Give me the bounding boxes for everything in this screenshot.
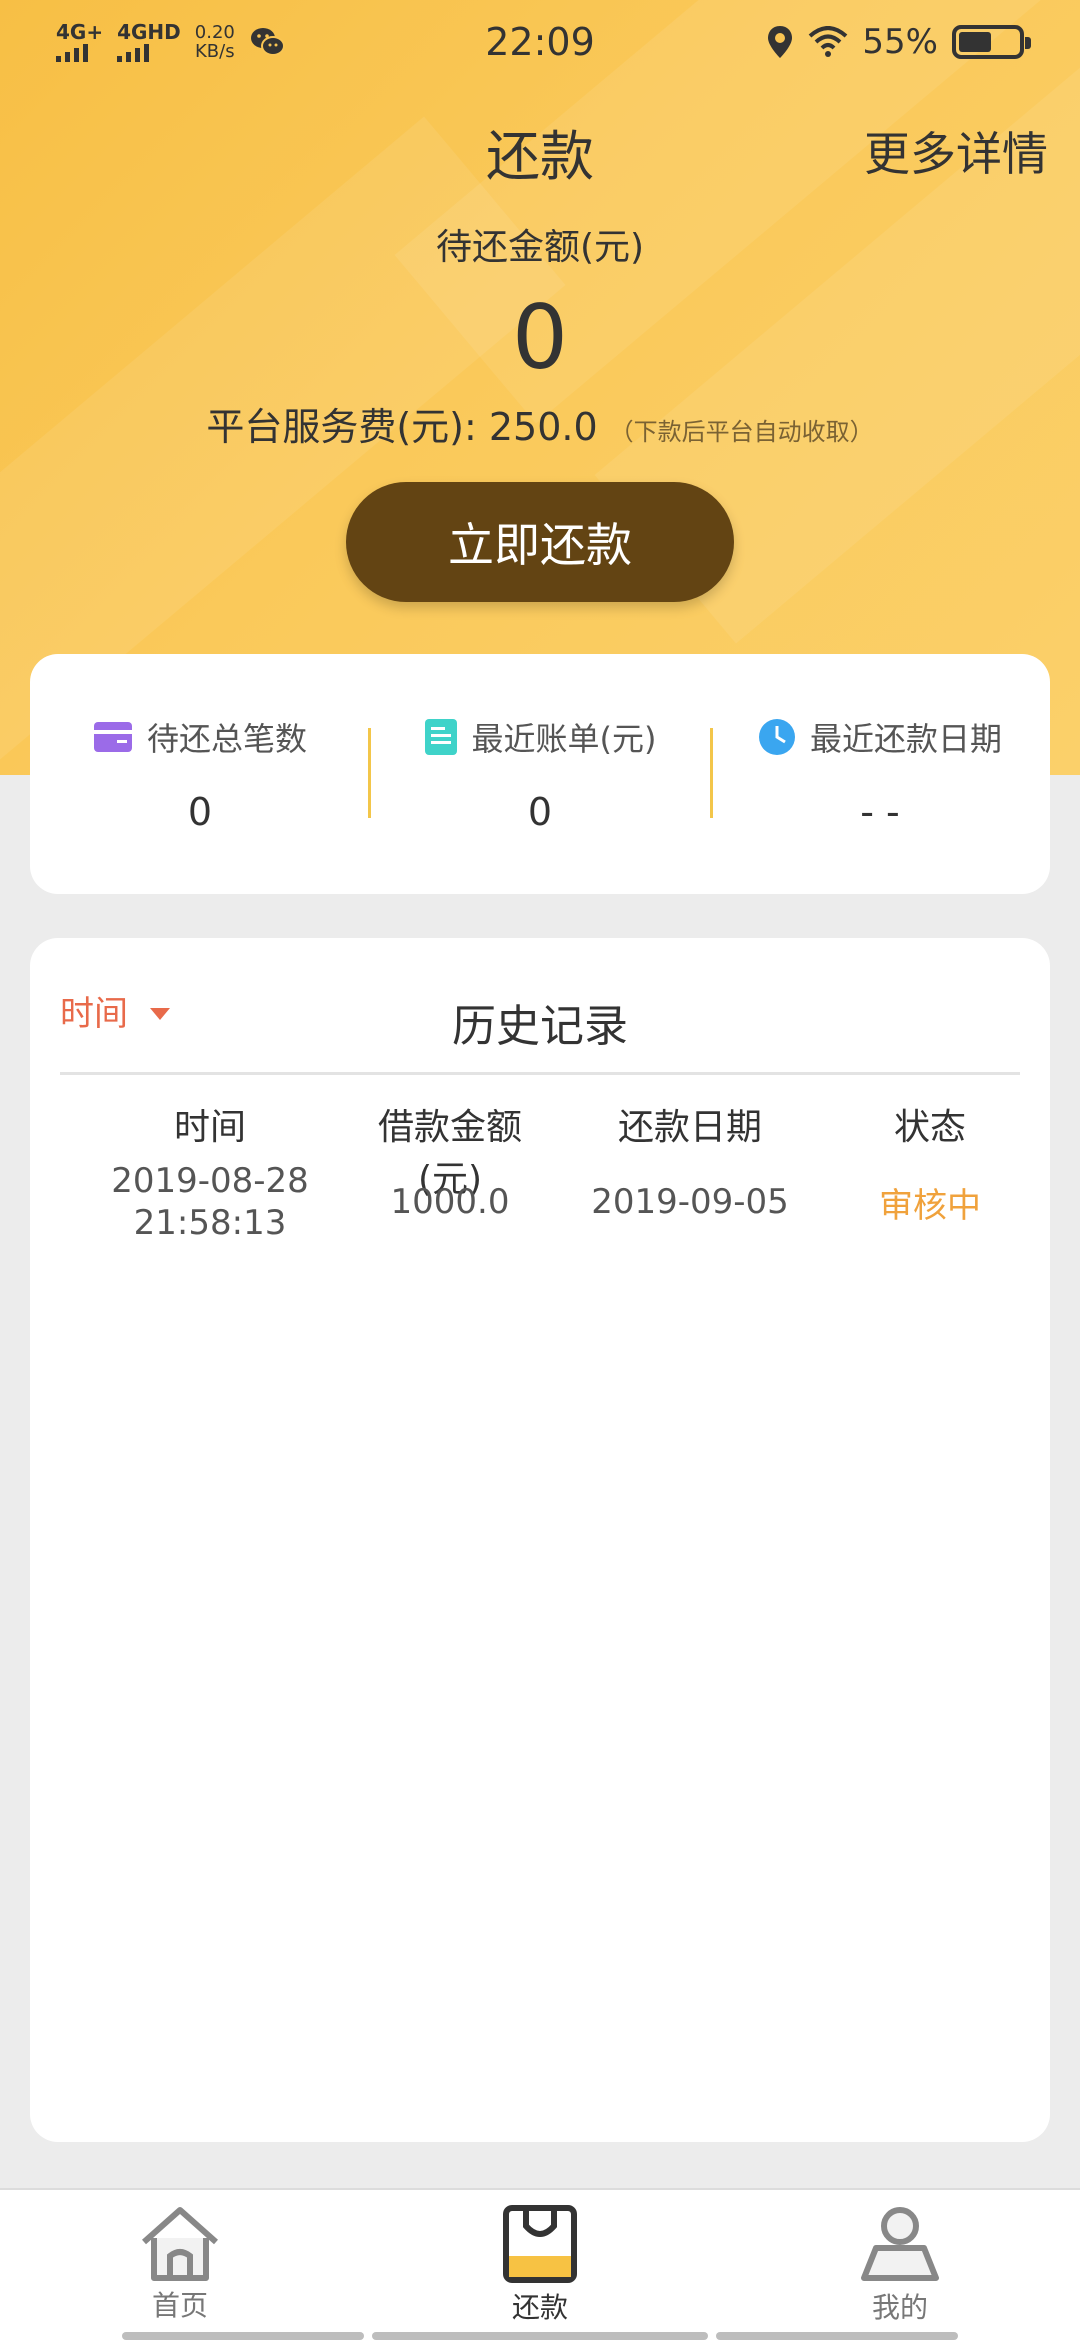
stats-card: 待还总笔数 0 最近账单(元) 0 最近还款日期 - - xyxy=(30,654,1050,894)
nav-strip xyxy=(372,2332,708,2340)
cell-repay-date: 2019-09-05 xyxy=(591,1182,789,1222)
more-details-link[interactable]: 更多详情 xyxy=(864,118,1048,184)
history-divider xyxy=(60,1072,1020,1075)
card-icon xyxy=(93,722,132,752)
stat-pending-count: 待还总笔数 0 xyxy=(30,654,370,894)
tab-home[interactable]: 首页 xyxy=(0,2190,360,2340)
profile-icon xyxy=(861,2207,939,2281)
bottom-tab-bar: 首页 还款 我的 xyxy=(0,2188,1080,2340)
history-card: 时间 历史记录 时间 借款金额(元) 还款日期 状态 2019-08-28 21… xyxy=(30,938,1050,2142)
location-icon xyxy=(768,26,793,58)
history-title: 历史记录 xyxy=(452,1001,628,1052)
status-bar: 4G+ 4GHD 0.20 KB/s 22:09 55% xyxy=(0,0,1080,84)
pending-amount-value: 0 xyxy=(512,286,568,389)
bag-icon xyxy=(503,2205,577,2283)
table-row[interactable]: 2019-08-28 21:58:13 1000.0 2019-09-05 审核… xyxy=(30,1160,1050,1244)
stat-recent-bill: 最近账单(元) 0 xyxy=(370,654,710,894)
network-speed: 0.20 KB/s xyxy=(194,22,235,62)
battery-icon xyxy=(952,25,1031,59)
pending-amount-label: 待还金额(元) xyxy=(435,227,645,268)
repay-now-button[interactable]: 立即还款 xyxy=(346,482,734,602)
service-fee-note: （下款后平台自动收取） xyxy=(609,418,874,446)
wifi-icon xyxy=(809,26,848,57)
cell-time: 2019-08-28 21:58:13 xyxy=(111,1161,309,1243)
battery-percent: 55% xyxy=(862,22,938,62)
tab-profile[interactable]: 我的 xyxy=(720,2190,1080,2340)
home-icon xyxy=(142,2207,218,2281)
wechat-icon xyxy=(250,28,285,56)
service-fee: 平台服务费(元): 250.0 xyxy=(206,405,598,449)
bill-icon xyxy=(424,719,457,755)
nav-strip xyxy=(122,2332,364,2340)
clock-icon xyxy=(758,719,795,755)
cell-amount: 1000.0 xyxy=(390,1182,510,1222)
signal-strength-1: 4G+ xyxy=(56,22,103,62)
cell-status: 审核中 xyxy=(879,1185,981,1226)
signal-strength-2: 4GHD xyxy=(117,22,181,62)
tab-repay[interactable]: 还款 xyxy=(360,2190,720,2340)
nav-strip xyxy=(716,2332,958,2340)
service-fee-line: 平台服务费(元): 250.0 （下款后平台自动收取） xyxy=(0,396,1080,451)
stat-recent-date: 最近还款日期 - - xyxy=(710,654,1050,894)
